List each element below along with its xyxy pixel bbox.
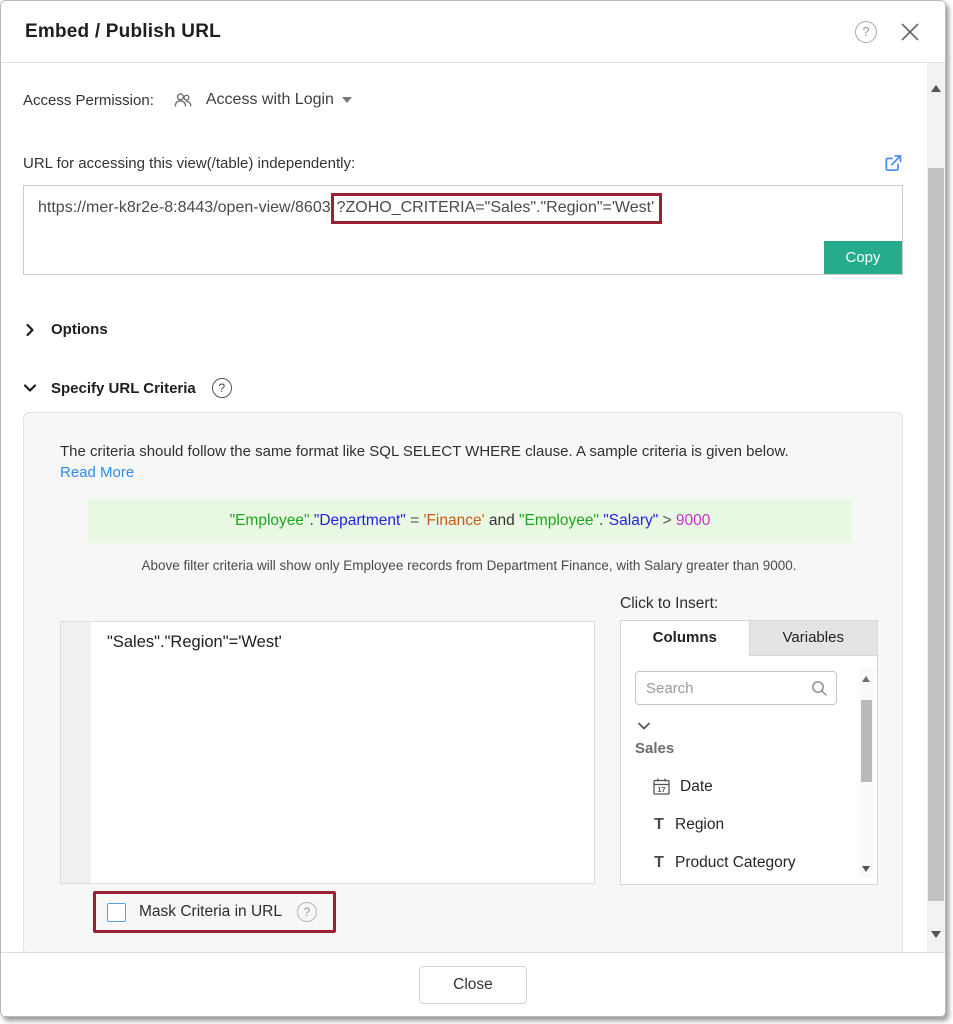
editor-gutter	[61, 622, 91, 883]
options-section-label: Options	[51, 321, 108, 338]
options-section-toggle[interactable]: Options	[23, 321, 903, 338]
svg-text:17: 17	[657, 785, 665, 794]
columns-scrollbar[interactable]	[859, 668, 874, 878]
url-section-label: URL for accessing this view(/table) inde…	[23, 154, 356, 172]
embed-publish-dialog: Embed / Publish URL ? Access Permission:	[0, 0, 946, 1017]
close-icon[interactable]	[899, 21, 921, 43]
criteria-editor-row: "Sales"."Region"='West' Click to Insert:…	[60, 595, 878, 885]
dialog-body-content: Access Permission: Access with Login URL…	[1, 63, 921, 952]
calendar-icon: 17	[653, 778, 670, 795]
criteria-section-label: Specify URL Criteria	[51, 379, 196, 397]
scroll-down-icon[interactable]	[862, 866, 870, 872]
criteria-section-toggle[interactable]: Specify URL Criteria ?	[23, 378, 903, 398]
url-label-row: URL for accessing this view(/table) inde…	[23, 153, 903, 173]
criteria-intro-text: The criteria should follow the same form…	[60, 443, 789, 460]
criteria-editor[interactable]: "Sales"."Region"='West'	[60, 621, 595, 884]
access-permission-dropdown[interactable]: Access with Login	[206, 91, 352, 109]
read-more-link[interactable]: Read More	[60, 464, 134, 481]
url-prefix: https://mer-k8r2e-8:8443/open-view/8603	[38, 199, 331, 216]
url-criteria-annotation: ?ZOHO_CRITERIA="Sales"."Region"='West'	[330, 193, 663, 224]
columns-tree: Sales 17 Date T Region T Product Categor…	[635, 719, 837, 872]
click-to-insert-panel: Click to Insert: Columns Variables Searc…	[620, 595, 878, 885]
external-link-icon[interactable]	[883, 153, 903, 173]
mask-help-icon[interactable]: ?	[296, 902, 317, 922]
url-highlighted: ?ZOHO_CRITERIA="Sales"."Region"='West'	[336, 199, 655, 216]
criteria-panel: The criteria should follow the same form…	[23, 412, 903, 952]
column-item-date[interactable]: 17 Date	[635, 777, 837, 796]
column-item-region[interactable]: T Region	[635, 816, 837, 834]
scroll-thumb[interactable]	[928, 168, 944, 901]
chevron-down-icon	[341, 97, 352, 103]
column-item-product-category[interactable]: T Product Category	[635, 854, 837, 872]
tab-variables[interactable]: Variables	[749, 621, 877, 656]
table-name[interactable]: Sales	[635, 740, 837, 757]
mask-criteria-annotation: Mask Criteria in URL ?	[93, 891, 336, 933]
embed-url-box[interactable]: https://mer-k8r2e-8:8443/open-view/8603?…	[23, 185, 903, 275]
text-type-icon: T	[654, 816, 664, 833]
close-button[interactable]: Close	[419, 965, 527, 1004]
scroll-up-icon[interactable]	[931, 85, 941, 92]
click-to-insert-label: Click to Insert:	[620, 595, 719, 612]
header-icons: ?	[855, 20, 921, 43]
text-type-icon: T	[654, 854, 664, 871]
people-icon	[174, 93, 192, 107]
column-label: Region	[675, 816, 725, 833]
search-icon	[812, 681, 827, 696]
sample-criteria: "Employee"."Department" = 'Finance' and …	[88, 499, 852, 543]
mask-criteria-checkbox[interactable]	[107, 902, 126, 922]
insert-tabs: Columns Variables	[620, 620, 878, 656]
scroll-down-icon[interactable]	[931, 931, 941, 938]
search-input[interactable]	[635, 671, 837, 705]
embed-url-text: https://mer-k8r2e-8:8443/open-view/8603?…	[38, 193, 888, 224]
tab-columns[interactable]: Columns	[621, 621, 750, 656]
column-label: Date	[680, 777, 713, 795]
dialog-scrollbar[interactable]	[927, 63, 945, 952]
table-collapse-icon[interactable]	[637, 719, 651, 733]
dialog-body: Access Permission: Access with Login URL…	[1, 63, 945, 952]
search-wrap	[635, 671, 837, 705]
column-label: Product Category	[675, 854, 796, 871]
scroll-thumb[interactable]	[861, 700, 872, 782]
access-permission-value: Access with Login	[205, 91, 334, 108]
access-permission-row: Access Permission: Access with Login	[23, 89, 903, 111]
columns-list-panel: Sales 17 Date	[620, 656, 878, 885]
dialog-footer: Close	[1, 952, 945, 1016]
help-icon[interactable]: ?	[855, 20, 877, 43]
scroll-up-icon[interactable]	[862, 676, 870, 682]
copy-button[interactable]: Copy	[824, 241, 902, 274]
criteria-help-icon[interactable]: ?	[211, 378, 232, 398]
mask-criteria-label: Mask Criteria in URL	[139, 903, 282, 920]
sample-criteria-caption: Above filter criteria will show only Emp…	[141, 558, 797, 573]
chevron-down-icon	[23, 384, 37, 392]
chevron-right-icon	[26, 323, 34, 336]
access-permission-label: Access Permission:	[23, 91, 154, 109]
dialog-title: Embed / Publish URL	[25, 20, 221, 42]
criteria-editor-value: "Sales"."Region"='West'	[107, 633, 282, 651]
dialog-header: Embed / Publish URL ?	[1, 1, 945, 63]
